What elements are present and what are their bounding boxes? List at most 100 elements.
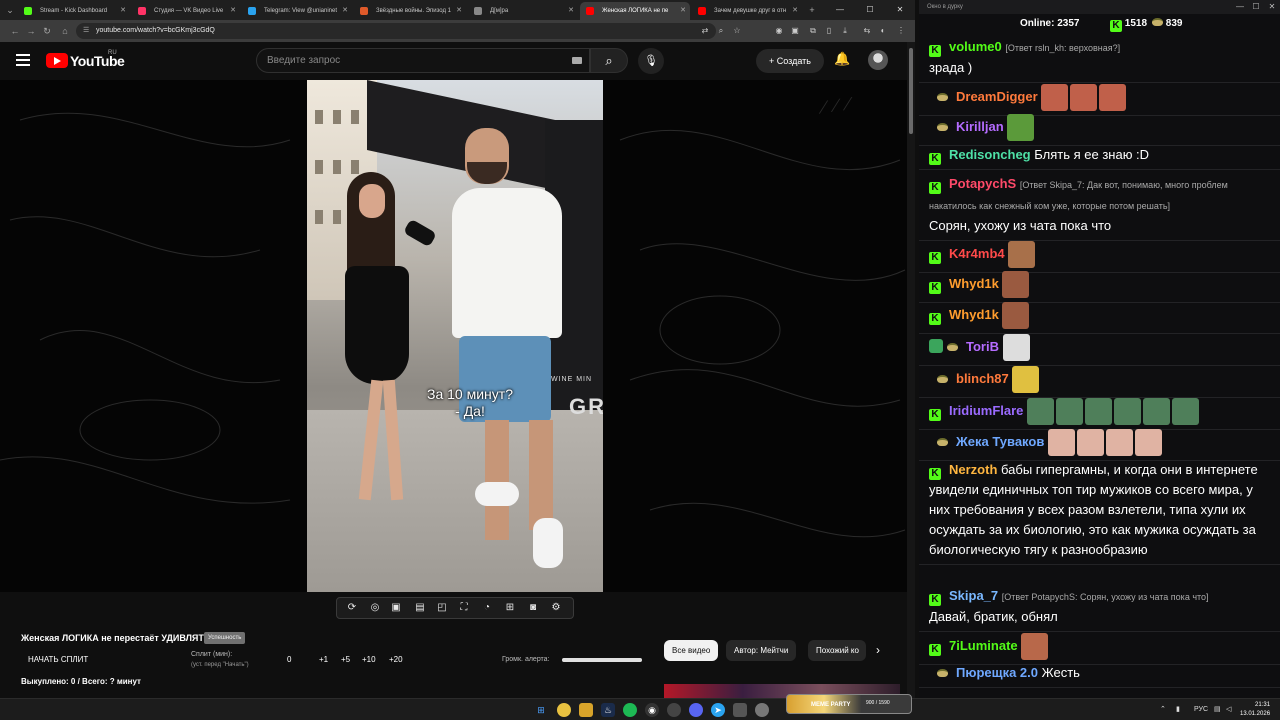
network-icon[interactable]: ▤ <box>1214 703 1221 717</box>
tab-other[interactable]: Д[м]ра ✕ <box>468 2 578 20</box>
minimize-icon[interactable]: — <box>825 0 855 20</box>
chat-username[interactable]: Whyd1k <box>949 307 999 322</box>
system-clock[interactable]: 21:31 13.01.2026 <box>1240 701 1270 719</box>
chip-all-videos[interactable]: Все видео <box>664 640 719 661</box>
sidebar-icon[interactable]: ▯ <box>822 24 836 38</box>
split-plus-5-button[interactable]: +5 <box>341 655 350 664</box>
clapperboard-icon[interactable]: ▤ <box>413 601 427 615</box>
broadcast-icon[interactable]: ◎ <box>368 601 382 615</box>
tab-vk[interactable]: Студия — VK Видео Live ✕ <box>132 2 240 20</box>
split-plus-20-button[interactable]: +20 <box>389 655 403 664</box>
chrome-icon[interactable] <box>557 703 571 717</box>
search-input[interactable]: Введите запрос <box>256 48 590 73</box>
chat-username[interactable]: Жека Туваков <box>956 434 1044 449</box>
obs-icon[interactable]: ◉ <box>645 703 659 717</box>
avatar[interactable] <box>868 50 888 70</box>
loop-icon[interactable]: ⟳ <box>345 601 359 615</box>
chat-username[interactable]: blinch87 <box>956 371 1009 386</box>
language-indicator[interactable]: РУС <box>1194 703 1208 717</box>
app-icon[interactable] <box>733 703 747 717</box>
close-icon[interactable]: ✕ <box>342 2 348 20</box>
keyboard-icon[interactable] <box>572 57 582 64</box>
extensions-puzzle-icon[interactable]: ⧉ <box>806 24 820 38</box>
extension-icon[interactable]: ◉ <box>772 24 786 38</box>
bookmark-star-icon[interactable]: ☆ <box>730 24 744 38</box>
chip-similar[interactable]: Похожий ко <box>808 640 866 661</box>
speed-gauge-icon[interactable]: ◔ <box>480 601 494 615</box>
chat-username[interactable]: Skipa_7 <box>949 588 998 603</box>
chat-username[interactable]: DreamDigger <box>956 89 1038 104</box>
alert-volume-slider[interactable] <box>562 658 642 662</box>
chat-username[interactable]: Nerzoth <box>949 462 997 477</box>
maximize-icon[interactable]: ☐ <box>1248 0 1264 14</box>
close-icon[interactable]: ✕ <box>230 2 236 20</box>
meme-party-widget[interactable]: MEME PARTY <box>786 694 912 714</box>
search-button[interactable]: ⌕ <box>590 48 628 73</box>
discord-icon[interactable] <box>689 703 703 717</box>
chat-reply-context[interactable]: [Ответ rsln_kh: верховная?] <box>1005 43 1120 53</box>
close-window-icon[interactable]: ✕ <box>1264 0 1280 14</box>
youtube-logo-icon[interactable] <box>46 53 68 68</box>
voice-search-button[interactable]: 🎙 <box>638 48 664 74</box>
picture-in-picture-icon[interactable]: ◰ <box>435 601 449 615</box>
tray-chevron-icon[interactable]: ⌃ <box>1160 703 1166 717</box>
chat-username[interactable]: PotapychS <box>949 176 1016 191</box>
chat-username[interactable]: volume0 <box>949 39 1002 54</box>
close-icon[interactable]: ✕ <box>120 2 126 20</box>
chat-username[interactable]: Redisoncheg <box>949 147 1031 162</box>
close-icon[interactable]: ✕ <box>792 2 798 20</box>
split-plus-1-button[interactable]: +1 <box>319 655 328 664</box>
windows-start-icon[interactable]: ⊞ <box>534 703 548 717</box>
steam-icon[interactable]: ♨ <box>601 703 615 717</box>
add-clip-icon[interactable]: ⊞ <box>503 601 517 615</box>
tray-icon[interactable]: ▮ <box>1176 703 1180 717</box>
page-scrollbar[interactable] <box>907 42 915 698</box>
chat-username[interactable]: ToriB <box>966 339 999 354</box>
close-icon[interactable]: ✕ <box>568 2 574 20</box>
close-icon[interactable]: ✕ <box>680 2 686 20</box>
hamburger-menu-icon[interactable] <box>16 54 30 66</box>
tab-telegram[interactable]: Telegram: View @unianinet ✕ <box>242 2 352 20</box>
zoom-icon[interactable]: ⌕ <box>714 24 728 38</box>
scrollbar-thumb[interactable] <box>909 48 913 134</box>
maximize-icon[interactable]: ☐ <box>855 0 885 20</box>
chat-username[interactable]: Whyd1k <box>949 276 999 291</box>
create-button[interactable]: + Создать <box>756 49 824 73</box>
settings-gear-icon[interactable]: ⚙ <box>549 601 563 615</box>
menu-icon[interactable]: ⋮ <box>894 24 908 38</box>
minimize-icon[interactable]: — <box>1232 0 1248 14</box>
tab-list-icon[interactable]: ⌄ <box>3 3 17 17</box>
chat-reply-context[interactable]: [Ответ PotapychS: Сорян, ухожу из чата п… <box>1002 592 1209 602</box>
chat-username[interactable]: Пюрещка 2.0 <box>956 665 1038 680</box>
chat-username[interactable]: Kirilljan <box>956 119 1004 134</box>
telegram-icon[interactable]: ➤ <box>711 703 725 717</box>
tab-kick[interactable]: Stream - Kick Dashboard ✕ <box>18 2 130 20</box>
translate-icon[interactable]: ⇄ <box>698 24 712 38</box>
camera-icon[interactable]: ◙ <box>526 601 540 615</box>
chat-username[interactable]: 7iLuminate <box>949 638 1018 653</box>
extension-badge-icon[interactable]: ▣ <box>788 24 802 38</box>
chat-username[interactable]: IridiumFlare <box>949 403 1023 418</box>
file-explorer-icon[interactable] <box>579 703 593 717</box>
notifications-bell-icon[interactable]: 🔔 <box>834 51 850 67</box>
forward-icon[interactable]: → <box>24 24 38 38</box>
new-tab-icon[interactable]: + <box>805 3 819 17</box>
site-info-icon[interactable]: ☰ <box>83 23 89 39</box>
volume-icon[interactable]: ◁ <box>1226 703 1231 717</box>
split-plus-10-button[interactable]: +10 <box>362 655 376 664</box>
tab-starwars[interactable]: Звёздные войны. Эпизод 1 ✕ <box>354 2 466 20</box>
spotify-icon[interactable] <box>623 703 637 717</box>
profile-icon[interactable]: ◐ <box>876 24 890 38</box>
start-split-button[interactable]: НАЧАТЬ СПЛИТ <box>28 655 88 664</box>
reload-icon[interactable]: ↻ <box>40 24 54 38</box>
back-icon[interactable]: ← <box>8 24 22 38</box>
split-current-value[interactable]: 0 <box>287 655 291 664</box>
video-player[interactable]: ⟋⟋⟋ WINE MIN GR За 10 минут? - Да! <box>0 80 907 592</box>
close-window-icon[interactable]: ✕ <box>885 0 915 20</box>
tab-youtube-active[interactable]: Женская ЛОГИКА не пе ✕ <box>580 2 690 20</box>
chat-username[interactable]: K4r4mb4 <box>949 246 1005 261</box>
screenshot-icon[interactable]: ▣ <box>389 601 403 615</box>
fullscreen-icon[interactable]: ⛶ <box>457 601 471 615</box>
download-icon[interactable]: ⤓ <box>838 24 852 38</box>
chip-author[interactable]: Автор: Мейтчи <box>726 640 797 661</box>
